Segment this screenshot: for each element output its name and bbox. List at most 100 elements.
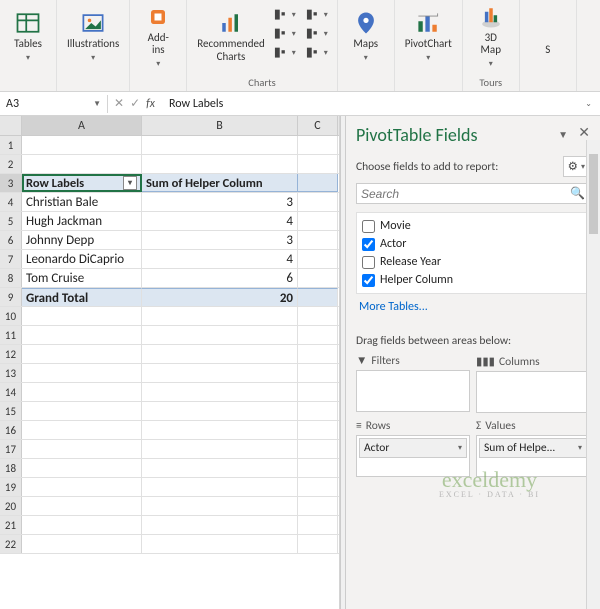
cell[interactable] (298, 459, 338, 477)
ribbon-reccharts-button[interactable]: RecommendedCharts (193, 3, 268, 69)
cell[interactable]: Hugh Jackman (22, 212, 142, 230)
fx-icon[interactable]: fx (146, 97, 155, 111)
cell[interactable] (298, 326, 338, 344)
cell[interactable] (22, 421, 142, 439)
cell[interactable] (142, 307, 298, 325)
cell[interactable] (298, 136, 338, 154)
field-item[interactable]: Helper Column (359, 271, 587, 289)
cell[interactable] (298, 421, 338, 439)
ribbon-illus-button[interactable]: Illustrations▾ (63, 3, 123, 69)
cell[interactable] (22, 364, 142, 382)
cell[interactable] (142, 421, 298, 439)
cell[interactable] (142, 535, 298, 553)
cell[interactable]: 4 (142, 250, 298, 268)
row-header[interactable]: 16 (0, 421, 22, 439)
row-header[interactable]: 11 (0, 326, 22, 344)
row-header[interactable]: 17 (0, 440, 22, 458)
filter-dropdown-icon[interactable]: ▾ (123, 176, 137, 190)
cell[interactable] (142, 497, 298, 515)
row-header[interactable]: 2 (0, 155, 22, 173)
row-header[interactable]: 19 (0, 478, 22, 496)
field-checkbox[interactable] (362, 256, 375, 269)
field-search[interactable]: 🔍 (356, 183, 590, 204)
col-header-B[interactable]: B (142, 116, 298, 135)
cell[interactable] (298, 250, 338, 268)
row-header[interactable]: 8 (0, 269, 22, 287)
cell[interactable] (22, 535, 142, 553)
chart-type-button[interactable]: ▮▪▾ (271, 6, 299, 24)
cell[interactable] (142, 383, 298, 401)
accept-icon[interactable]: ✓ (130, 96, 140, 111)
cell[interactable] (22, 345, 142, 363)
chart-type-button[interactable]: ▮▪▾ (303, 6, 331, 24)
cell[interactable]: 4 (142, 212, 298, 230)
cell[interactable] (142, 516, 298, 534)
cell[interactable]: 6 (142, 269, 298, 287)
cell[interactable] (142, 364, 298, 382)
row-header[interactable]: 1 (0, 136, 22, 154)
cell[interactable] (142, 136, 298, 154)
cell[interactable] (142, 402, 298, 420)
cell[interactable] (298, 345, 338, 363)
row-header[interactable]: 14 (0, 383, 22, 401)
pane-menu-icon[interactable]: ▼ (558, 128, 568, 141)
cell[interactable] (298, 288, 338, 306)
row-header[interactable]: 10 (0, 307, 22, 325)
row-header[interactable]: 4 (0, 193, 22, 211)
cell[interactable] (298, 174, 338, 192)
ribbon-maps-button[interactable]: Maps▾ (344, 3, 388, 69)
chart-type-button[interactable]: ▮▪▾ (303, 44, 331, 62)
cell[interactable] (298, 212, 338, 230)
cell[interactable]: Row Labels▾ (22, 174, 142, 192)
cell[interactable] (142, 345, 298, 363)
row-header[interactable]: 12 (0, 345, 22, 363)
cell[interactable] (22, 307, 142, 325)
row-header[interactable]: 13 (0, 364, 22, 382)
cell[interactable] (142, 459, 298, 477)
cell[interactable]: Leonardo DiCaprio (22, 250, 142, 268)
cell[interactable] (22, 497, 142, 515)
cell[interactable] (298, 402, 338, 420)
cell[interactable] (298, 478, 338, 496)
close-icon[interactable]: ✕ (578, 124, 590, 141)
ribbon-tables-button[interactable]: Tables▾ (6, 3, 50, 69)
row-header[interactable]: 15 (0, 402, 22, 420)
cell[interactable] (22, 326, 142, 344)
area-values-body[interactable]: Sum of Helpe...▾ (476, 435, 590, 477)
name-box[interactable]: A3 ▼ (0, 95, 108, 113)
row-header[interactable]: 7 (0, 250, 22, 268)
field-item[interactable]: Release Year (359, 253, 587, 271)
cell[interactable] (298, 155, 338, 173)
row-header[interactable]: 9 (0, 288, 22, 306)
cell[interactable] (22, 440, 142, 458)
formula-bar[interactable]: Row Labels ⌄ (161, 95, 600, 113)
area-field-pill[interactable]: Actor▾ (359, 438, 467, 458)
cell[interactable] (22, 155, 142, 173)
row-header[interactable]: 21 (0, 516, 22, 534)
area-rows-body[interactable]: Actor▾ (356, 435, 470, 477)
cell[interactable] (22, 459, 142, 477)
cell[interactable] (298, 193, 338, 211)
cell[interactable] (298, 440, 338, 458)
field-checkbox[interactable] (362, 220, 375, 233)
select-all-corner[interactable] (0, 116, 22, 135)
cell[interactable] (298, 516, 338, 534)
chevron-down-icon[interactable]: ⌄ (585, 99, 592, 109)
cell[interactable] (22, 402, 142, 420)
col-header-C[interactable]: C (298, 116, 338, 135)
cell[interactable] (298, 307, 338, 325)
cell[interactable] (142, 326, 298, 344)
area-field-pill[interactable]: Sum of Helpe...▾ (479, 438, 587, 458)
row-header[interactable]: 3 (0, 174, 22, 192)
field-checkbox[interactable] (362, 274, 375, 287)
row-header[interactable]: 22 (0, 535, 22, 553)
cell[interactable] (298, 364, 338, 382)
cell[interactable] (298, 383, 338, 401)
area-columns-body[interactable] (476, 371, 590, 413)
cell[interactable]: Grand Total (22, 288, 142, 306)
field-checkbox[interactable] (362, 238, 375, 251)
cell[interactable] (22, 516, 142, 534)
field-item[interactable]: Actor (359, 235, 587, 253)
ribbon-none-button[interactable]: S (526, 3, 570, 69)
cell[interactable]: 3 (142, 231, 298, 249)
